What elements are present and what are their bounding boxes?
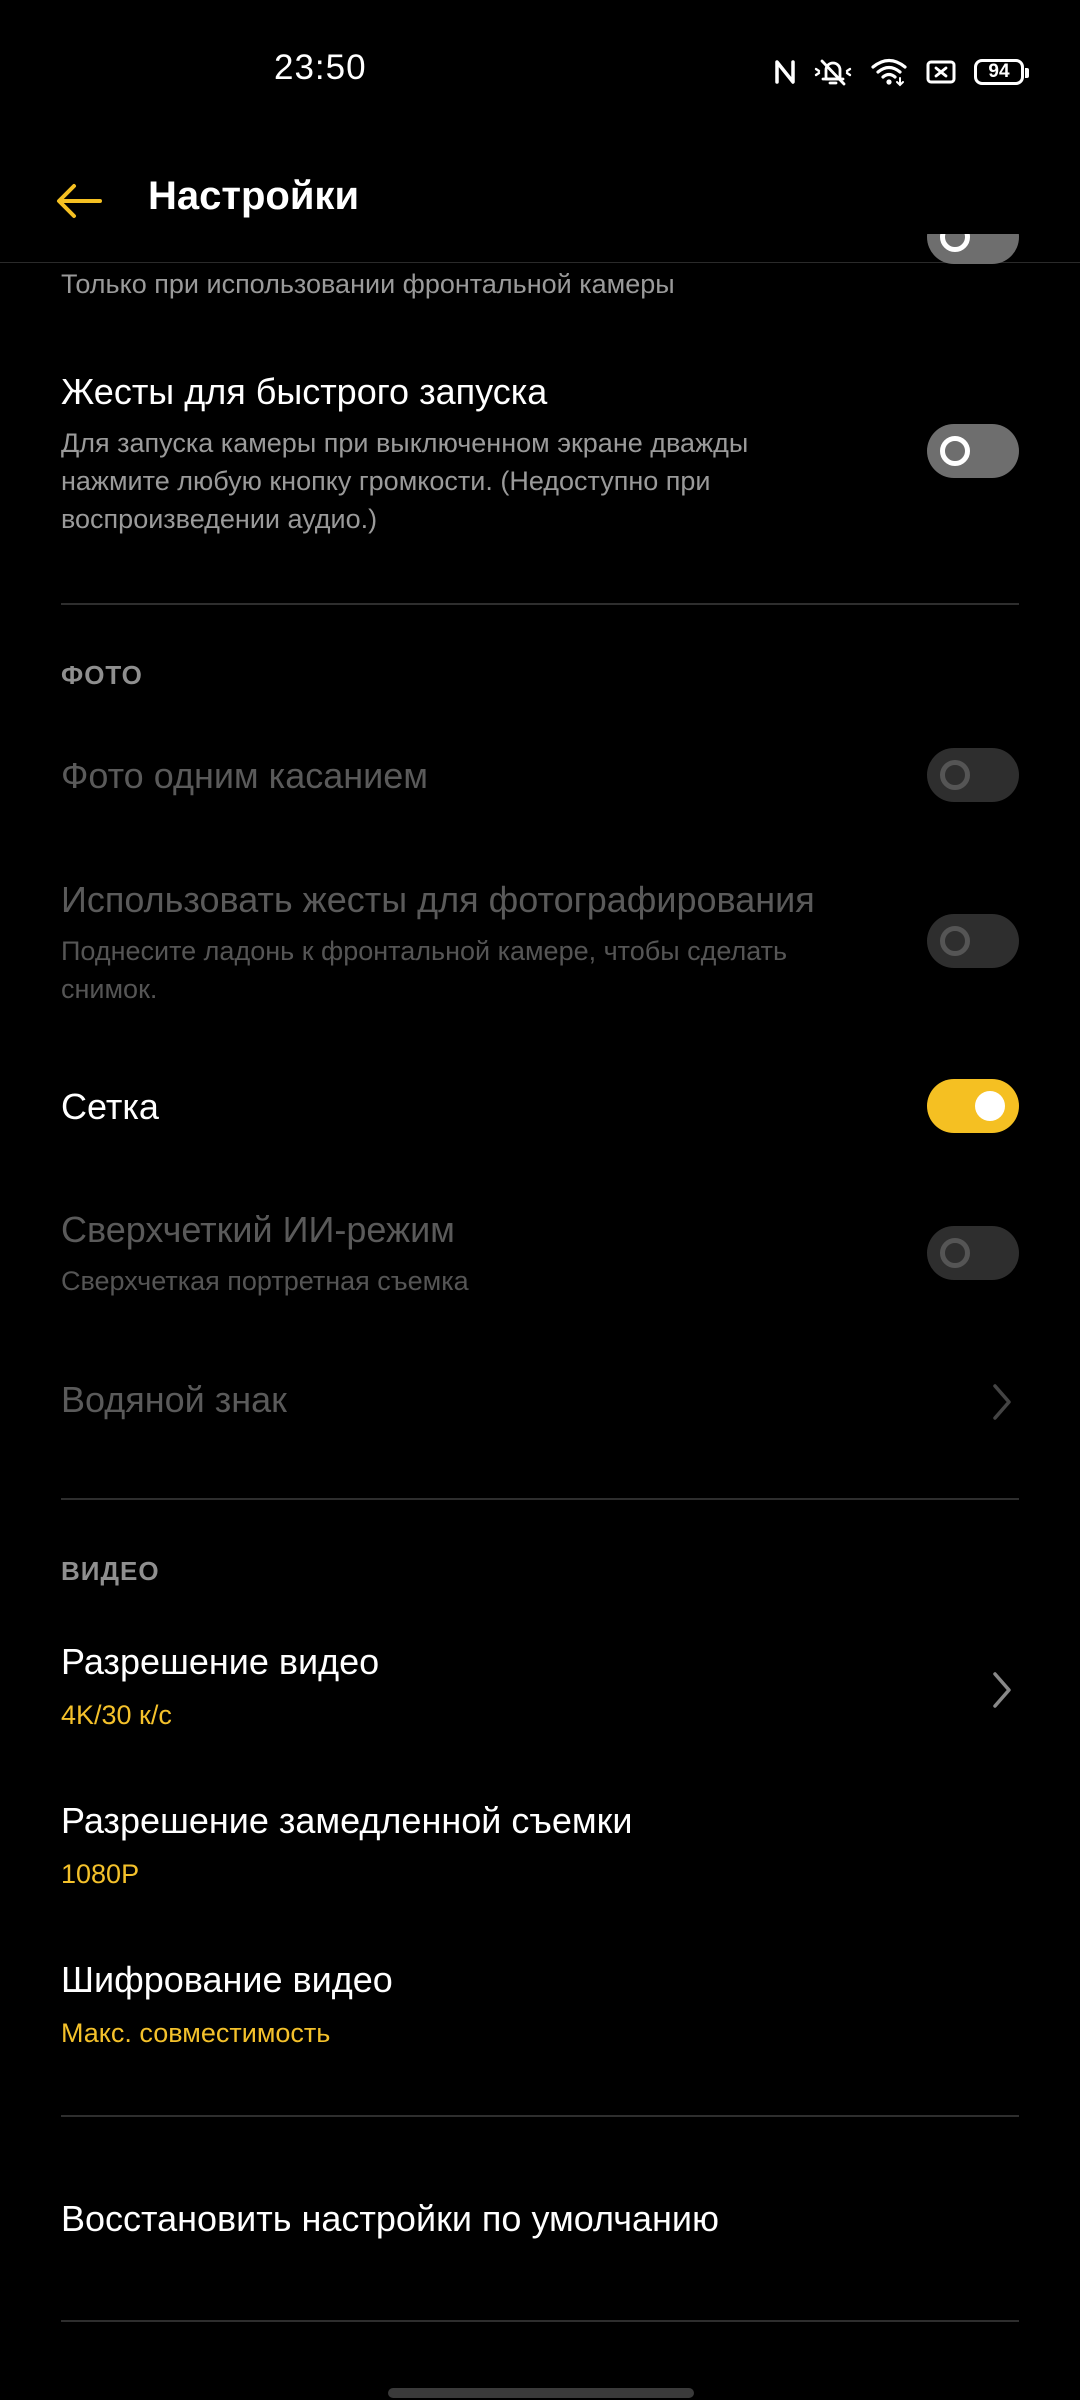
toggle-knob xyxy=(975,1091,1005,1121)
quick-launch-subtitle: Для запуска камеры при выключенном экран… xyxy=(61,428,749,534)
home-indicator[interactable] xyxy=(388,2388,694,2398)
reset-settings-row[interactable]: Восстановить настройки по умолчанию xyxy=(61,2195,1019,2251)
toggle-switch[interactable] xyxy=(927,234,1019,264)
ai-mode-row[interactable]: Сверхчеткий ИИ-режим Сверхчеткая портрет… xyxy=(61,1206,1019,1306)
divider xyxy=(61,2115,1019,2117)
front-camera-note-row: Только при использовании фронтальной кам… xyxy=(61,265,1019,303)
chevron-right-icon xyxy=(993,1384,1011,1420)
slowmo-resolution-row[interactable]: Разрешение замедленной съемки 1080P xyxy=(61,1797,1019,1897)
gesture-photo-subtitle: Поднесите ладонь к фронтальной камере, ч… xyxy=(61,936,788,1004)
front-camera-note: Только при использовании фронтальной кам… xyxy=(61,269,675,299)
slowmo-resolution-title: Разрешение замедленной съемки xyxy=(61,1800,633,1841)
slowmo-resolution-value: 1080P xyxy=(61,1859,140,1889)
quick-launch-toggle[interactable] xyxy=(927,424,1019,478)
section-header-video: ВИДЕО xyxy=(61,1556,160,1586)
toggle-knob xyxy=(940,926,970,956)
screen-record-icon xyxy=(926,60,956,84)
video-encoding-row[interactable]: Шифрование видео Макс. совместимость xyxy=(61,1956,1019,2056)
toggle-knob xyxy=(940,1238,970,1268)
ai-mode-toggle[interactable] xyxy=(927,1226,1019,1280)
status-bar: 23:50 94 xyxy=(0,0,1080,140)
wifi-icon xyxy=(871,58,907,87)
gesture-photo-toggle[interactable] xyxy=(927,914,1019,968)
video-resolution-title: Разрешение видео xyxy=(61,1641,380,1682)
grid-title: Сетка xyxy=(61,1086,159,1127)
chevron-right-icon xyxy=(993,1672,1011,1708)
grid-toggle[interactable] xyxy=(927,1079,1019,1133)
gesture-photo-title: Использовать жесты для фотографирования xyxy=(61,879,815,920)
page-title: Настройки xyxy=(148,174,360,218)
one-touch-photo-row[interactable]: Фото одним касанием xyxy=(61,748,1019,808)
quick-launch-gestures-row[interactable]: Жесты для быстрого запуска Для запуска к… xyxy=(61,368,1019,548)
nfc-icon xyxy=(775,60,795,84)
toggle-knob xyxy=(940,436,970,466)
watermark-row[interactable]: Водяной знак xyxy=(61,1376,1019,1432)
battery-icon: 94 xyxy=(974,59,1029,85)
status-icons: 94 xyxy=(774,52,1029,92)
one-touch-photo-title: Фото одним касанием xyxy=(61,755,429,796)
toggle-knob xyxy=(940,760,970,790)
grid-row[interactable]: Сетка xyxy=(61,1079,1019,1139)
back-button[interactable] xyxy=(46,168,112,234)
arrow-left-icon xyxy=(57,184,102,218)
app-bar: Настройки xyxy=(0,140,1080,263)
toggle-knob xyxy=(940,234,970,252)
video-resolution-value: 4K/30 к/с xyxy=(61,1700,172,1730)
status-time: 23:50 xyxy=(274,48,367,87)
battery-level: 94 xyxy=(988,61,1010,82)
video-resolution-row[interactable]: Разрешение видео 4K/30 к/с xyxy=(61,1638,1019,1738)
divider xyxy=(61,603,1019,605)
reset-settings-title: Восстановить настройки по умолчанию xyxy=(61,2198,720,2239)
divider xyxy=(61,2320,1019,2322)
gesture-photo-row[interactable]: Использовать жесты для фотографирования … xyxy=(61,876,1019,1006)
video-encoding-value: Макс. совместимость xyxy=(61,2018,331,2048)
ai-mode-title: Сверхчеткий ИИ-режим xyxy=(61,1209,455,1250)
watermark-title: Водяной знак xyxy=(61,1379,287,1420)
quick-launch-title: Жесты для быстрого запуска xyxy=(61,371,548,412)
one-touch-photo-toggle[interactable] xyxy=(927,748,1019,802)
silent-bell-icon xyxy=(814,59,852,86)
divider xyxy=(61,1498,1019,1500)
video-encoding-title: Шифрование видео xyxy=(61,1959,393,2000)
ai-mode-subtitle: Сверхчеткая портретная съемка xyxy=(61,1266,469,1296)
section-header-photo: ФОТО xyxy=(61,660,143,690)
